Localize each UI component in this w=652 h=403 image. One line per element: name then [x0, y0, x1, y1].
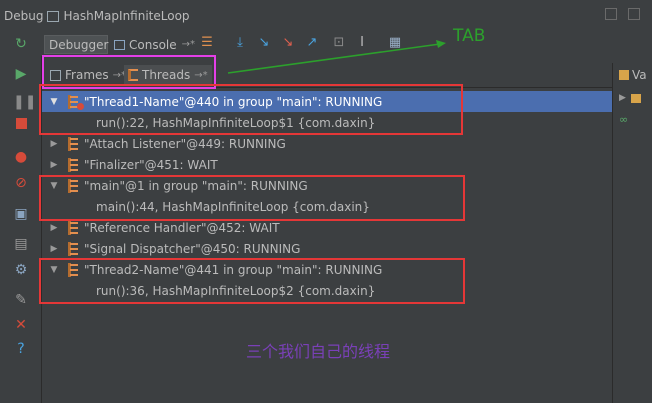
tab-annotation-label: TAB [453, 26, 486, 46]
threads-note: 三个我们自己的线程 [246, 342, 391, 361]
